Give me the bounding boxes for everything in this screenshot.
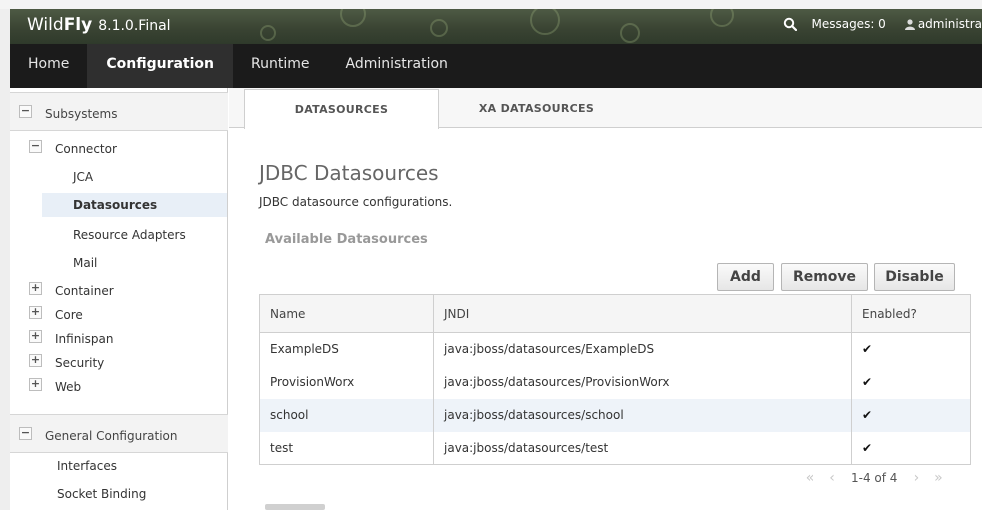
datasources-table: Name JNDI Enabled? ExampleDS java:jboss/… [259,294,971,465]
cell-name: test [259,431,434,465]
check-icon: ✔ [862,342,873,357]
table-header-row: Name JNDI Enabled? [259,294,971,333]
cell-name: ExampleDS [259,332,434,366]
disable-button[interactable]: Disable [874,263,955,291]
next-page-icon[interactable]: › [905,470,927,486]
nav-tab-configuration[interactable]: Configuration [87,44,233,88]
search-icon[interactable] [783,17,798,31]
tab-datasources[interactable]: DATASOURCES [244,89,439,129]
user-menu[interactable]: administra [904,17,982,31]
tab-xa-datasources[interactable]: XA DATASOURCES [439,89,634,129]
expand-icon[interactable]: + [29,282,42,295]
table-pager: « ‹ 1-4 of 4 › » [799,470,949,486]
tree-item-security[interactable]: Security [55,356,104,370]
app-header: WildFly 8.1.0.Final Messages: 0 administr… [10,9,982,44]
sidebar-item-datasources[interactable]: Datasources [42,193,227,217]
expand-icon[interactable]: + [29,378,42,391]
cell-enabled: ✔ [851,398,971,432]
remove-button[interactable]: Remove [781,263,868,291]
tree-item-web[interactable]: Web [55,380,81,394]
sidebar-item-interfaces[interactable]: Interfaces [57,459,117,473]
cut-off-heading [265,504,325,510]
cell-jndi: java:jboss/datasources/ExampleDS [433,332,852,366]
cell-enabled: ✔ [851,365,971,399]
table-row[interactable]: ProvisionWorx java:jboss/datasources/Pro… [259,365,971,399]
cell-jndi: java:jboss/datasources/test [433,431,852,465]
table-row[interactable]: test java:jboss/datasources/test ✔ [259,431,971,465]
tree-item-container[interactable]: Container [55,284,114,298]
main-nav: Home Configuration Runtime Administratio… [10,44,982,88]
app-logo[interactable]: WildFly 8.1.0.Final [27,15,171,35]
sidebar-item-jca[interactable]: JCA [42,165,227,189]
subsystems-header[interactable]: − Subsystems [10,92,228,131]
logo-wild: Wild [27,15,64,35]
table-row[interactable]: ExampleDS java:jboss/datasources/Example… [259,332,971,366]
cell-jndi: java:jboss/datasources/school [433,398,852,432]
messages-link[interactable]: Messages: 0 [811,17,885,31]
user-icon [904,18,915,30]
pager-range: 1-4 of 4 [851,471,898,485]
app-version: 8.1.0.Final [98,18,171,34]
general-config-label: General Configuration [45,429,178,443]
cell-name: school [259,398,434,432]
last-page-icon[interactable]: » [927,470,949,486]
nav-tab-administration[interactable]: Administration [327,44,465,88]
connector-collapse-icon[interactable]: − [29,140,42,153]
subsystems-label: Subsystems [45,107,118,121]
check-icon: ✔ [862,375,873,389]
column-header-jndi[interactable]: JNDI [433,294,852,333]
sidebar: − Subsystems − Connector JCA Datasources… [10,88,228,510]
sidebar-item-resource-adapters[interactable]: Resource Adapters [42,223,227,247]
window-top-strip [0,0,982,9]
page-title: JDBC Datasources [259,161,439,185]
cell-enabled: ✔ [851,332,971,366]
nav-tab-home[interactable]: Home [10,44,87,88]
user-name: administra [917,17,982,31]
tree-item-connector[interactable]: Connector [55,142,117,156]
cell-jndi: java:jboss/datasources/ProvisionWorx [433,365,852,399]
collapse-icon[interactable]: − [19,427,32,440]
table-row[interactable]: school java:jboss/datasources/school ✔ [259,398,971,432]
page-description: JDBC datasource configurations. [259,195,453,209]
expand-icon[interactable]: + [29,330,42,343]
tree-item-infinispan[interactable]: Infinispan [55,332,113,346]
available-datasources-heading: Available Datasources [265,232,428,247]
subtab-bar: DATASOURCES XA DATASOURCES [229,88,982,129]
previous-page-icon[interactable]: ‹ [821,470,843,486]
collapse-icon[interactable]: − [19,105,32,118]
cell-name: ProvisionWorx [259,365,434,399]
check-icon: ✔ [862,440,873,455]
header-actions: Messages: 0 administra [783,17,982,31]
main-content: DATASOURCES XA DATASOURCES JDBC Datasour… [229,88,982,510]
first-page-icon[interactable]: « [799,470,821,486]
column-header-enabled[interactable]: Enabled? [851,294,971,333]
tree-item-core[interactable]: Core [55,308,83,322]
column-header-name[interactable]: Name [259,294,434,333]
left-gutter [0,9,10,510]
sidebar-item-mail[interactable]: Mail [42,251,227,275]
expand-icon[interactable]: + [29,354,42,367]
nav-tab-runtime[interactable]: Runtime [233,44,327,88]
logo-fly: Fly [63,15,93,35]
expand-icon[interactable]: + [29,306,42,319]
check-icon: ✔ [862,408,873,422]
cell-enabled: ✔ [851,431,971,465]
general-config-header[interactable]: − General Configuration [10,414,228,453]
sidebar-item-socket-binding[interactable]: Socket Binding [57,487,146,501]
add-button[interactable]: Add [717,263,774,291]
